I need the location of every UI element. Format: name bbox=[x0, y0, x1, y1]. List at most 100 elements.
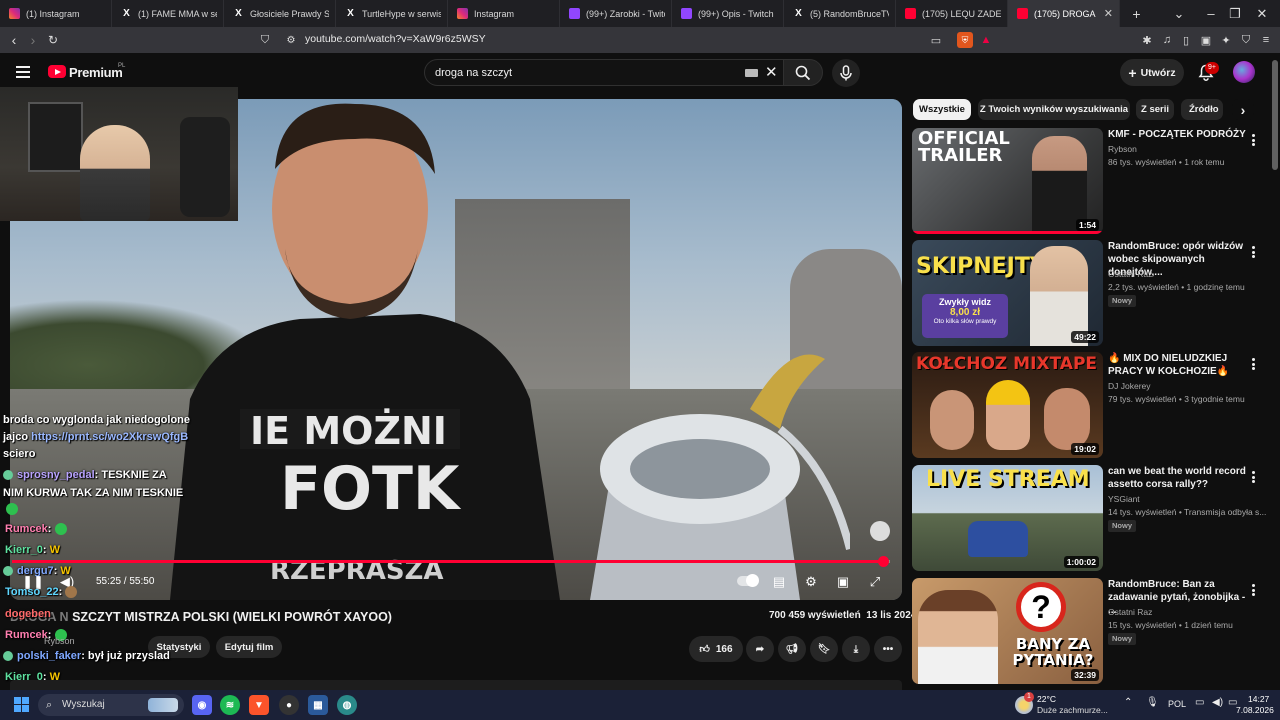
save-button[interactable]: 🔖︎ bbox=[810, 636, 838, 662]
share-button[interactable]: ➦ bbox=[746, 636, 774, 662]
more-options-icon[interactable] bbox=[1248, 469, 1258, 485]
recommended-channel[interactable]: YSGiant bbox=[1108, 494, 1140, 504]
avatar[interactable] bbox=[1233, 61, 1255, 83]
create-button[interactable]: + Utwórz bbox=[1120, 59, 1184, 86]
settings-icon[interactable]: ⚙ bbox=[802, 573, 820, 591]
browser-tab[interactable]: (1) Instagram bbox=[0, 0, 112, 27]
recommended-video[interactable]: KOŁCHOZ MIXTAPE 19:02 🔥 MIX DO NIELUDZKI… bbox=[912, 352, 1267, 458]
browser-tab[interactable]: X (1) FAME MMA w serw bbox=[112, 0, 224, 27]
chat-link[interactable]: https://prnt.sc/wo2XkrswQfgB bbox=[31, 431, 188, 443]
clock-time[interactable]: 14:27 bbox=[1248, 694, 1269, 704]
url-field[interactable]: youtube.com/watch?v=XaW9r6z5WSY bbox=[305, 33, 486, 45]
channel-name[interactable]: Rybson bbox=[44, 636, 75, 646]
recommended-video-title[interactable]: can we beat the world record assetto cor… bbox=[1108, 465, 1248, 491]
hamburger-menu-icon[interactable] bbox=[16, 66, 30, 78]
browser-tab[interactable]: (1705) LEQU ZADEBIU bbox=[896, 0, 1008, 27]
chip-source[interactable]: Źródło bbox=[1181, 99, 1223, 120]
brave-browser-icon[interactable]: ▼ bbox=[249, 695, 269, 715]
chip-from-series[interactable]: Z serii bbox=[1136, 99, 1174, 120]
recommended-video[interactable]: OFFICIAL TRAILER 1:54 KMF - POCZĄTEK POD… bbox=[912, 128, 1267, 234]
clock-date[interactable]: 7.08.2026 bbox=[1236, 705, 1274, 715]
recommended-video[interactable]: LIVE STREAM 1:00:02 can we beat the worl… bbox=[912, 465, 1267, 571]
voice-search-button[interactable] bbox=[832, 59, 860, 87]
video-thumbnail[interactable]: ? BANY ZA PYTANIA? 32:39 bbox=[912, 578, 1103, 684]
video-thumbnail[interactable]: SKIPNEJTY? Zwykły widz 8,00 zł Oto kilka… bbox=[912, 240, 1103, 346]
more-options-icon[interactable] bbox=[1248, 244, 1258, 260]
speaker-icon[interactable]: ◀) bbox=[1212, 697, 1223, 708]
site-info-icon[interactable]: ⚙ bbox=[282, 31, 300, 49]
tab-list-chevron-icon[interactable]: ⌄ bbox=[1164, 0, 1194, 27]
download-button[interactable]: ⤓ bbox=[842, 636, 870, 662]
brand-label[interactable]: Premium bbox=[69, 65, 123, 80]
browser-tab[interactable]: X Głosiciele Prawdy S.A. bbox=[224, 0, 336, 27]
recommended-video-title[interactable]: KMF - POCZĄTEK PODRÓŻY bbox=[1108, 128, 1248, 141]
media-icon[interactable]: ♫ bbox=[1159, 32, 1175, 48]
keyboard-icon[interactable] bbox=[745, 69, 758, 77]
extensions-icon[interactable]: ✱ bbox=[1139, 32, 1155, 48]
video-thumbnail[interactable]: OFFICIAL TRAILER 1:54 bbox=[912, 128, 1103, 234]
maximize-icon[interactable]: ❐ bbox=[1220, 0, 1250, 27]
globe-app-icon[interactable]: ◍ bbox=[337, 695, 357, 715]
search-input[interactable]: droga na szczyt ✕ bbox=[424, 59, 784, 86]
chip-all[interactable]: Wszystkie bbox=[913, 99, 971, 120]
obs-icon[interactable]: ● bbox=[279, 695, 299, 715]
forward-icon[interactable]: › bbox=[24, 31, 42, 49]
browser-tab[interactable]: Instagram bbox=[448, 0, 560, 27]
recommended-channel[interactable]: Ostatni Raz bbox=[1108, 607, 1152, 617]
back-icon[interactable]: ‹ bbox=[5, 31, 23, 49]
clear-search-icon[interactable]: ✕ bbox=[765, 63, 778, 81]
chip-from-search[interactable]: Z Twoich wyników wyszukiwania bbox=[978, 99, 1130, 120]
browser-tab[interactable]: (99+) Opis - Twitch bbox=[672, 0, 784, 27]
fullscreen-icon[interactable]: ⤢ bbox=[866, 573, 884, 591]
reload-icon[interactable]: ↻ bbox=[44, 31, 62, 49]
menu-icon[interactable]: ≡ bbox=[1258, 32, 1274, 48]
more-options-icon[interactable] bbox=[1248, 132, 1258, 148]
calculator-icon[interactable]: ▦ bbox=[308, 695, 328, 715]
promote-button[interactable]: 📢︎ bbox=[778, 636, 806, 662]
brave-rewards-icon[interactable]: ▲ bbox=[978, 32, 994, 48]
more-options-icon[interactable] bbox=[1248, 356, 1258, 372]
close-window-icon[interactable]: ✕ bbox=[1247, 0, 1277, 27]
network-icon[interactable]: ▭ bbox=[1195, 697, 1204, 708]
chips-next-chevron-icon[interactable]: › bbox=[1232, 99, 1254, 120]
video-thumbnail[interactable]: KOŁCHOZ MIXTAPE 19:02 bbox=[912, 352, 1103, 458]
tray-chevron-icon[interactable]: ⌃ bbox=[1124, 697, 1132, 708]
browser-tab[interactable]: X TurtleHype w serwisie bbox=[336, 0, 448, 27]
cast-icon[interactable]: ▭ bbox=[928, 32, 944, 48]
search-button[interactable] bbox=[783, 59, 823, 86]
seek-bar-handle[interactable] bbox=[877, 556, 889, 567]
recommended-channel[interactable]: DJ Jokerey bbox=[1108, 381, 1151, 391]
new-tab-button[interactable]: + bbox=[1120, 0, 1150, 27]
recommended-video-title[interactable]: 🔥 MIX DO NIELUDZKIEJ PRACY W KOŁCHOZIE🔥 bbox=[1108, 352, 1248, 378]
leo-ai-icon[interactable]: ✦ bbox=[1218, 32, 1234, 48]
video-thumbnail[interactable]: LIVE STREAM 1:00:02 bbox=[912, 465, 1103, 571]
spotify-icon[interactable]: ≋ bbox=[220, 695, 240, 715]
subtitles-icon[interactable]: ▤ bbox=[770, 573, 788, 591]
youtube-logo-icon[interactable] bbox=[48, 65, 66, 78]
seek-bar[interactable] bbox=[12, 556, 890, 567]
more-options-icon[interactable] bbox=[1248, 582, 1258, 598]
discord-icon[interactable]: ◉ bbox=[192, 695, 212, 715]
browser-tab-active[interactable]: (1705) DROGA ✕ bbox=[1008, 0, 1120, 27]
recommended-video[interactable]: SKIPNEJTY? Zwykły widz 8,00 zł Oto kilka… bbox=[912, 240, 1267, 346]
recommended-video[interactable]: ? BANY ZA PYTANIA? 32:39 RandomBruce: Ba… bbox=[912, 578, 1267, 684]
like-button[interactable]: 👍︎ 166 bbox=[689, 636, 743, 662]
recommended-channel[interactable]: Ostatni Raz bbox=[1108, 269, 1152, 279]
miniplayer-icon[interactable]: ▣ bbox=[834, 573, 852, 591]
more-actions-button[interactable]: ••• bbox=[874, 636, 902, 662]
language-indicator[interactable]: POL bbox=[1168, 699, 1186, 709]
taskbar-search[interactable]: ⌕ Wyszukaj bbox=[38, 694, 184, 716]
close-tab-icon[interactable]: ✕ bbox=[1100, 7, 1113, 20]
microphone-tray-icon[interactable]: 🎙︎ bbox=[1146, 697, 1159, 708]
description-box[interactable] bbox=[10, 680, 902, 690]
autoplay-toggle[interactable] bbox=[737, 574, 759, 587]
edit-video-button[interactable]: Edytuj film bbox=[216, 636, 282, 658]
bookmark-icon[interactable]: ⛉ bbox=[256, 31, 274, 49]
page-scrollbar-thumb[interactable] bbox=[1272, 60, 1278, 170]
browser-tab[interactable]: (99+) Zarobki - Twitch bbox=[560, 0, 672, 27]
browser-tab[interactable]: X (5) RandomBruceTV w bbox=[784, 0, 896, 27]
vpn-icon[interactable]: ⛉ bbox=[1238, 32, 1254, 48]
windows-start-icon[interactable] bbox=[14, 697, 29, 712]
sidebar-icon[interactable]: ▯ bbox=[1178, 32, 1194, 48]
recommended-channel[interactable]: Rybson bbox=[1108, 144, 1137, 154]
